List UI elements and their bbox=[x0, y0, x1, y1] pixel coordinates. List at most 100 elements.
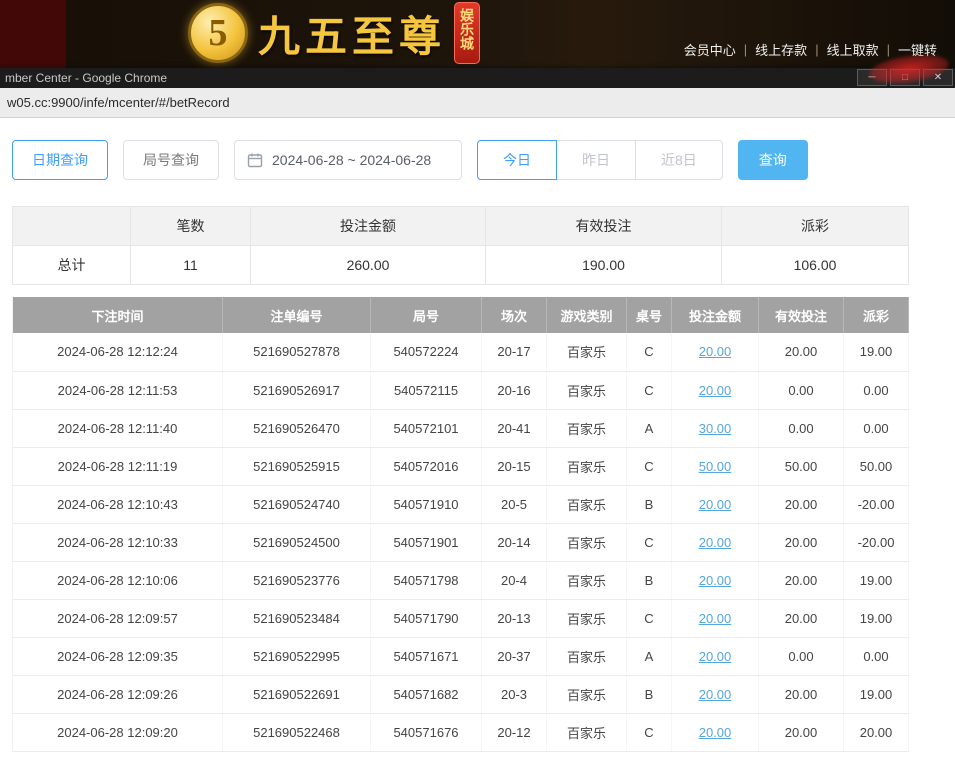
bet-time-cell: 2024-06-28 12:09:20 bbox=[13, 713, 223, 751]
summary-table: 笔数 投注金额 有效投注 派彩 总计 11 260.00 190.00 106.… bbox=[12, 206, 909, 285]
summary-bet-amount-value: 260.00 bbox=[251, 246, 486, 285]
column-header: 下注时间 bbox=[13, 297, 223, 333]
payout-cell: 19.00 bbox=[844, 561, 909, 599]
bet-amount-link[interactable]: 20.00 bbox=[699, 383, 732, 398]
round-id-cell: 540571910 bbox=[371, 485, 482, 523]
game-type-cell: 百家乐 bbox=[547, 675, 627, 713]
bet-amount-cell: 30.00 bbox=[672, 409, 759, 447]
bet-id-cell: 521690526917 bbox=[223, 371, 371, 409]
summary-header-blank bbox=[13, 207, 131, 246]
bet-amount-link[interactable]: 20.00 bbox=[699, 611, 732, 626]
session-cell: 20-13 bbox=[482, 599, 547, 637]
bet-amount-cell: 20.00 bbox=[672, 637, 759, 675]
session-cell: 20-16 bbox=[482, 371, 547, 409]
quick-date-group: 今日 昨日 近8日 bbox=[477, 140, 723, 180]
date-range-input[interactable]: 2024-06-28 ~ 2024-06-28 bbox=[234, 140, 462, 180]
table-row: 2024-06-28 12:12:24521690527878540572224… bbox=[13, 333, 909, 371]
url-bar[interactable]: w05.cc:9900/infe/mcenter/#/betRecord bbox=[0, 88, 955, 118]
round-id-cell: 540571671 bbox=[371, 637, 482, 675]
valid-bet-cell: 0.00 bbox=[759, 409, 844, 447]
payout-cell: 50.00 bbox=[844, 447, 909, 485]
bet-time-cell: 2024-06-28 12:12:24 bbox=[13, 333, 223, 371]
bet-id-cell: 521690524740 bbox=[223, 485, 371, 523]
bet-amount-link[interactable]: 20.00 bbox=[699, 649, 732, 664]
table-row: 2024-06-28 12:11:40521690526470540572101… bbox=[13, 409, 909, 447]
table-row: 2024-06-28 12:11:19521690525915540572016… bbox=[13, 447, 909, 485]
table-no-cell: C bbox=[627, 523, 672, 561]
coin-logo-icon: 5 bbox=[188, 3, 248, 63]
today-button[interactable]: 今日 bbox=[477, 140, 557, 180]
valid-bet-cell: 0.00 bbox=[759, 371, 844, 409]
summary-header-payout: 派彩 bbox=[722, 207, 909, 246]
round-id-cell: 540571790 bbox=[371, 599, 482, 637]
table-row: 2024-06-28 12:10:33521690524500540571901… bbox=[13, 523, 909, 561]
bet-amount-link[interactable]: 20.00 bbox=[699, 725, 732, 740]
nav-online-deposit[interactable]: 线上存款 bbox=[747, 40, 815, 59]
date-query-button[interactable]: 日期查询 bbox=[12, 140, 108, 180]
bet-amount-link[interactable]: 30.00 bbox=[699, 421, 732, 436]
game-type-cell: 百家乐 bbox=[547, 371, 627, 409]
window-titlebar: mber Center - Google Chrome ─ □ ✕ bbox=[0, 68, 955, 88]
column-header: 派彩 bbox=[844, 297, 909, 333]
bet-amount-link[interactable]: 20.00 bbox=[699, 535, 732, 550]
round-id-cell: 540571682 bbox=[371, 675, 482, 713]
bet-time-cell: 2024-06-28 12:09:57 bbox=[13, 599, 223, 637]
table-row: 2024-06-28 12:09:26521690522691540571682… bbox=[13, 675, 909, 713]
game-type-cell: 百家乐 bbox=[547, 409, 627, 447]
table-no-cell: B bbox=[627, 675, 672, 713]
round-id-cell: 540572224 bbox=[371, 333, 482, 371]
url-text: w05.cc:9900/infe/mcenter/#/betRecord bbox=[7, 95, 230, 110]
bet-amount-link[interactable]: 50.00 bbox=[699, 459, 732, 474]
round-query-button[interactable]: 局号查询 bbox=[123, 140, 219, 180]
site-badge: 娱乐城 bbox=[454, 2, 480, 64]
valid-bet-cell: 20.00 bbox=[759, 675, 844, 713]
bet-time-cell: 2024-06-28 12:10:43 bbox=[13, 485, 223, 523]
valid-bet-cell: 20.00 bbox=[759, 485, 844, 523]
site-banner: 5 九五至尊 娱乐城 会员中心 | 线上存款 | 线上取款 | 一键转 bbox=[0, 0, 955, 68]
bet-id-cell: 521690524500 bbox=[223, 523, 371, 561]
table-no-cell: C bbox=[627, 333, 672, 371]
nav-online-withdraw[interactable]: 线上取款 bbox=[819, 40, 887, 59]
bet-amount-link[interactable]: 20.00 bbox=[699, 687, 732, 702]
table-no-cell: B bbox=[627, 485, 672, 523]
bet-amount-link[interactable]: 20.00 bbox=[699, 573, 732, 588]
summary-header-row: 笔数 投注金额 有效投注 派彩 bbox=[13, 207, 909, 246]
bet-time-cell: 2024-06-28 12:10:33 bbox=[13, 523, 223, 561]
table-no-cell: C bbox=[627, 599, 672, 637]
date-range-value: 2024-06-28 ~ 2024-06-28 bbox=[272, 152, 431, 168]
bet-amount-cell: 20.00 bbox=[672, 713, 759, 751]
payout-cell: 0.00 bbox=[844, 637, 909, 675]
column-header: 桌号 bbox=[627, 297, 672, 333]
bet-time-cell: 2024-06-28 12:09:35 bbox=[13, 637, 223, 675]
summary-payout-value: 106.00 bbox=[722, 246, 909, 285]
nav-member-center[interactable]: 会员中心 bbox=[676, 40, 744, 59]
bet-amount-link[interactable]: 20.00 bbox=[699, 344, 732, 359]
valid-bet-cell: 20.00 bbox=[759, 333, 844, 371]
payout-cell: 19.00 bbox=[844, 333, 909, 371]
valid-bet-cell: 20.00 bbox=[759, 523, 844, 561]
bet-amount-link[interactable]: 20.00 bbox=[699, 497, 732, 512]
payout-cell: -20.00 bbox=[844, 523, 909, 561]
last-8-days-button[interactable]: 近8日 bbox=[635, 140, 723, 180]
payout-cell: 19.00 bbox=[844, 675, 909, 713]
table-no-cell: C bbox=[627, 713, 672, 751]
column-header: 有效投注 bbox=[759, 297, 844, 333]
session-cell: 20-41 bbox=[482, 409, 547, 447]
bet-amount-cell: 20.00 bbox=[672, 371, 759, 409]
game-type-cell: 百家乐 bbox=[547, 485, 627, 523]
summary-valid-bet-value: 190.00 bbox=[486, 246, 722, 285]
bet-amount-cell: 50.00 bbox=[672, 447, 759, 485]
column-header: 投注金额 bbox=[672, 297, 759, 333]
site-logo: 5 九五至尊 娱乐城 bbox=[188, 2, 480, 64]
search-button[interactable]: 查询 bbox=[738, 140, 808, 180]
payout-cell: 19.00 bbox=[844, 599, 909, 637]
bet-id-cell: 521690522468 bbox=[223, 713, 371, 751]
session-cell: 20-37 bbox=[482, 637, 547, 675]
bet-record-table: 下注时间注单编号局号场次游戏类别桌号投注金额有效投注派彩 2024-06-28 … bbox=[12, 297, 909, 752]
bet-amount-cell: 20.00 bbox=[672, 675, 759, 713]
game-type-cell: 百家乐 bbox=[547, 333, 627, 371]
valid-bet-cell: 20.00 bbox=[759, 561, 844, 599]
session-cell: 20-14 bbox=[482, 523, 547, 561]
yesterday-button[interactable]: 昨日 bbox=[556, 140, 636, 180]
session-cell: 20-5 bbox=[482, 485, 547, 523]
